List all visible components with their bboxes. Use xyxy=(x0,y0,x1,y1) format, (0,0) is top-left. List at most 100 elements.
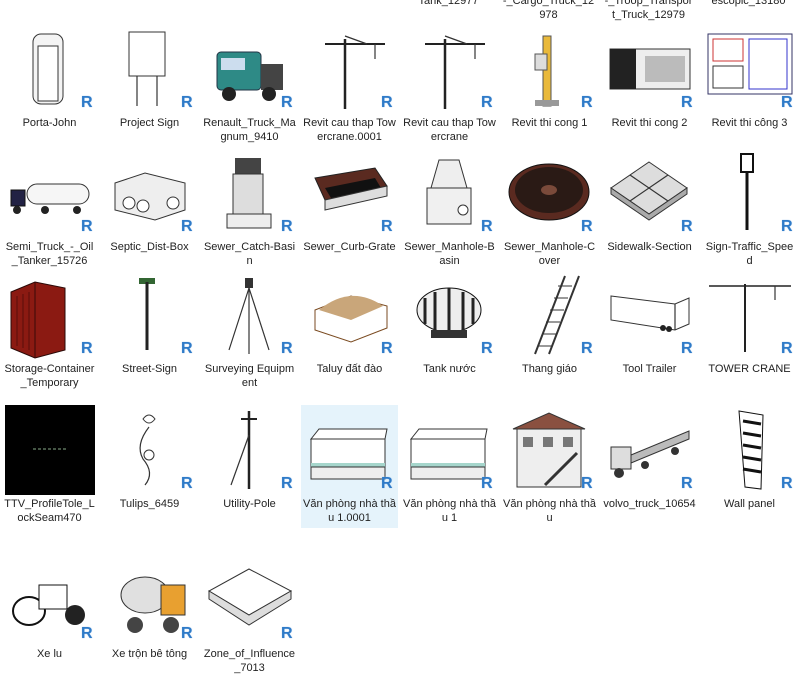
file-name-label: Street-Sign xyxy=(121,363,178,375)
truck-icon: R xyxy=(205,24,295,114)
file-item[interactable]: R Tool Trailer xyxy=(601,270,698,379)
revit-badge-icon: R xyxy=(580,218,593,235)
file-item[interactable]: R Street-Sign xyxy=(101,270,198,379)
file-item[interactable]: R Sewer_Catch-Basin xyxy=(201,148,298,271)
revit-badge-icon: R xyxy=(380,340,393,357)
revit-badge-icon: R xyxy=(780,94,793,111)
file-item[interactable]: R Utility-Pole xyxy=(201,405,298,514)
file-item[interactable]: R Project Sign xyxy=(101,24,198,133)
road-roller-icon: R xyxy=(5,555,95,645)
traffic-sign-icon: R xyxy=(705,148,795,238)
revit-badge-icon: R xyxy=(280,625,293,642)
file-item[interactable]: R Semi_Truck_-_Oil_Tanker_15726 xyxy=(1,148,98,271)
file-item[interactable]: R Revit cau thap Towercrane.0001 xyxy=(301,24,398,147)
partial-file-label[interactable]: -_Cargo_Truck_12 978 xyxy=(500,0,597,22)
file-item[interactable]: R Tank nước xyxy=(401,270,498,379)
revit-badge-icon: R xyxy=(180,94,193,111)
tulip-lamp-icon: R xyxy=(105,405,195,495)
file-item[interactable]: R Văn phòng nhà thầu 1.0001 xyxy=(301,405,398,528)
file-name-label: Storage-Container_Temporary xyxy=(4,363,95,389)
file-item[interactable]: R Surveying Equipment xyxy=(201,270,298,393)
file-item[interactable]: R Porta-John xyxy=(1,24,98,133)
revit-badge-icon: R xyxy=(180,625,193,642)
file-item[interactable]: R Renault_Truck_Magnum_9410 xyxy=(201,24,298,147)
revit-badge-icon: R xyxy=(380,218,393,235)
wall-panel-icon: R xyxy=(705,405,795,495)
file-name-label: Xe trộn bê tông xyxy=(111,648,188,660)
file-item[interactable]: R Thang giáo xyxy=(501,270,598,379)
sidewalk-icon: R xyxy=(605,148,695,238)
revit-badge-icon: R xyxy=(680,340,693,357)
file-item[interactable]: R Sewer_Curb-Grate xyxy=(301,148,398,257)
file-item[interactable]: R Revit thi cong 2 xyxy=(601,24,698,133)
file-item[interactable]: R Văn phòng nhà thầu xyxy=(501,405,598,528)
file-item[interactable]: R Revit thi cong 1 xyxy=(501,24,598,133)
manhole-cover-icon: R xyxy=(505,148,595,238)
ladder-icon: R xyxy=(505,270,595,360)
file-name-label: Porta-John xyxy=(22,117,77,129)
file-item[interactable]: R Xe lu xyxy=(1,555,98,664)
file-name-label: volvo_truck_10654 xyxy=(603,498,696,510)
revit-badge-icon: R xyxy=(280,340,293,357)
revit-badge-icon: R xyxy=(680,94,693,111)
tanker-truck-icon: R xyxy=(5,148,95,238)
revit-badge-icon: R xyxy=(180,218,193,235)
file-name-label: Sewer_Curb-Grate xyxy=(303,241,396,253)
revit-badge-icon: R xyxy=(80,218,93,235)
file-item[interactable]: R Wall panel xyxy=(701,405,798,514)
file-item[interactable]: R Văn phòng nhà thầu 1 xyxy=(401,405,498,528)
revit-badge-icon: R xyxy=(280,475,293,492)
file-item[interactable]: R Storage-Container_Temporary xyxy=(1,270,98,393)
file-item[interactable]: R Zone_of_Influence_7013 xyxy=(201,555,298,678)
file-name-label: Wall panel xyxy=(724,498,775,510)
file-item[interactable]: R Revit cau thap Towercrane xyxy=(401,24,498,147)
file-name-label: Tank nước xyxy=(423,363,476,375)
file-name-label: Revit cau thap Towercrane xyxy=(403,117,496,143)
file-item[interactable]: R Septic_Dist-Box xyxy=(101,148,198,257)
file-item[interactable]: R Tulips_6459 xyxy=(101,405,198,514)
file-name-label: Sewer_Manhole-Basin xyxy=(404,241,495,267)
file-name-label: Sign-Traffic_Speed xyxy=(705,241,794,267)
revit-badge-icon: R xyxy=(280,218,293,235)
file-item[interactable]: R Xe trộn bê tông xyxy=(101,555,198,664)
revit-badge-icon: R xyxy=(580,94,593,111)
file-name-label: Sewer_Catch-Basin xyxy=(203,241,296,267)
file-name-label: Tool Trailer xyxy=(622,363,677,375)
revit-badge-icon: R xyxy=(480,475,493,492)
soil-icon: R xyxy=(305,270,395,360)
file-name-label: Taluy đất đào xyxy=(316,363,383,375)
pyramid-icon: R xyxy=(205,555,295,645)
file-item[interactable]: R TOWER CRANE xyxy=(701,270,798,379)
file-item[interactable]: R Sewer_Manhole-Basin xyxy=(401,148,498,271)
file-name-label: Zone_of_Influence_7013 xyxy=(203,648,296,674)
file-name-label: Thang giáo xyxy=(521,363,578,375)
revit-badge-icon: R xyxy=(480,340,493,357)
revit-badge-icon: R xyxy=(80,340,93,357)
file-item[interactable]: TTV_ProfileTole_LockSeam470 xyxy=(1,405,98,528)
file-item[interactable]: R Sign-Traffic_Speed xyxy=(701,148,798,271)
file-item[interactable]: R Sidewalk-Section xyxy=(601,148,698,257)
septic-box-icon: R xyxy=(105,148,195,238)
site-render-icon: R xyxy=(605,24,695,114)
revit-badge-icon: R xyxy=(380,475,393,492)
revit-badge-icon: R xyxy=(480,94,493,111)
partial-file-label[interactable]: escopic_13180 xyxy=(700,0,797,8)
revit-badge-icon: R xyxy=(580,475,593,492)
tower-crane-icon: R xyxy=(405,24,495,114)
file-item[interactable]: R Revit thi công 3 xyxy=(701,24,798,133)
tower-crane-flat-icon: R xyxy=(705,270,795,360)
file-item[interactable]: R volvo_truck_10654 xyxy=(601,405,698,514)
file-name-label: Sewer_Manhole-Cover xyxy=(503,241,596,267)
file-name-label: Tulips_6459 xyxy=(119,498,180,510)
partial-file-label[interactable]: -_Troop_Transpor t_Truck_12979 xyxy=(600,0,697,22)
partial-file-label[interactable]: Tank_12977 xyxy=(400,0,497,8)
revit-badge-icon: R xyxy=(780,340,793,357)
file-name-label: Revit thi công 3 xyxy=(711,117,788,129)
flatbed-truck-icon: R xyxy=(605,405,695,495)
file-item[interactable]: R Taluy đất đào xyxy=(301,270,398,379)
file-item[interactable]: R Sewer_Manhole-Cover xyxy=(501,148,598,271)
file-name-label: TTV_ProfileTole_LockSeam470 xyxy=(4,498,95,524)
office-cabin-icon: R xyxy=(305,405,395,495)
file-name-label: Project Sign xyxy=(119,117,180,129)
tripod-icon: R xyxy=(205,270,295,360)
